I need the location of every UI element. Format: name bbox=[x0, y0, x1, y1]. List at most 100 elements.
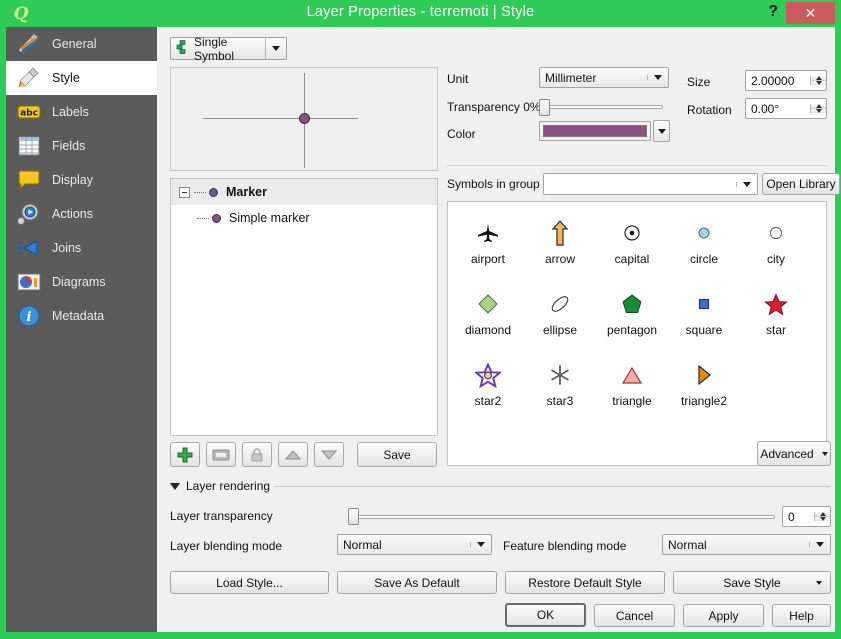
ellipse-icon bbox=[548, 289, 572, 319]
feature-blending-mode-combo[interactable]: Normal bbox=[662, 534, 831, 555]
save-style-button[interactable]: Save Style bbox=[673, 571, 831, 594]
symbol-label: circle bbox=[689, 252, 718, 266]
lock-layer-colors-button[interactable] bbox=[242, 442, 272, 467]
preview-crosshair-horizontal-right bbox=[305, 118, 358, 119]
ok-button[interactable]: OK bbox=[505, 603, 586, 627]
symbol-item-city[interactable]: city bbox=[740, 210, 812, 281]
symbol-item-triangle2[interactable]: triangle2 bbox=[668, 352, 740, 423]
ok-label: OK bbox=[536, 608, 555, 622]
sidebar-item-label: Labels bbox=[52, 105, 89, 119]
chevron-down-icon[interactable] bbox=[736, 181, 757, 187]
layer-blending-mode-combo[interactable]: Normal bbox=[337, 534, 492, 555]
sidebar-item-actions[interactable]: Actions bbox=[6, 197, 157, 231]
rotation-step-down[interactable] bbox=[811, 109, 826, 113]
chevron-down-icon[interactable] bbox=[170, 482, 180, 490]
chevron-down-icon[interactable] bbox=[265, 38, 286, 59]
abc-label-icon: abc bbox=[16, 99, 42, 125]
symbol-item-capital[interactable]: capital bbox=[596, 210, 668, 281]
symbol-label: ellipse bbox=[542, 323, 578, 337]
layer-transparency-value[interactable]: 0 bbox=[783, 510, 814, 524]
save-as-default-button[interactable]: Save As Default bbox=[337, 571, 497, 594]
capital-dot-icon bbox=[622, 218, 642, 248]
sidebar-item-joins[interactable]: Joins bbox=[6, 231, 157, 265]
symbol-item-pentagon[interactable]: pentagon bbox=[596, 281, 668, 352]
layer-transparency-slider-handle[interactable] bbox=[348, 508, 359, 525]
color-button[interactable] bbox=[539, 121, 651, 141]
load-style-button[interactable]: Load Style... bbox=[170, 571, 329, 594]
restore-default-style-button[interactable]: Restore Default Style bbox=[505, 571, 665, 594]
symbol-item-star2[interactable]: star2 bbox=[452, 352, 524, 423]
unit-label: Unit bbox=[447, 72, 469, 86]
move-down-button[interactable] bbox=[314, 442, 344, 467]
size-value[interactable]: 2.00000 bbox=[746, 74, 810, 88]
rotation-value[interactable]: 0.00° bbox=[746, 102, 810, 116]
advanced-button[interactable]: Advanced bbox=[757, 441, 831, 466]
chevron-down-icon[interactable] bbox=[809, 542, 830, 547]
chevron-down-icon[interactable] bbox=[821, 451, 828, 456]
remove-symbol-layer-button[interactable] bbox=[206, 442, 236, 467]
help-button[interactable]: Help bbox=[772, 604, 831, 627]
cancel-button[interactable]: Cancel bbox=[594, 604, 675, 627]
table-row[interactable]: Marker bbox=[171, 179, 437, 205]
symbol-item-star[interactable]: star bbox=[740, 281, 812, 352]
symbol-label: city bbox=[767, 252, 785, 266]
layer-transparency-slider-track[interactable] bbox=[352, 515, 775, 519]
sidebar-item-diagrams[interactable]: Diagrams bbox=[6, 265, 157, 299]
rotation-stepper[interactable] bbox=[810, 104, 826, 113]
help-question-icon[interactable]: ? bbox=[768, 3, 778, 21]
symbol-item-ellipse[interactable]: ellipse bbox=[524, 281, 596, 352]
save-symbol-button[interactable]: Save bbox=[357, 442, 437, 467]
layer-transparency-stepper[interactable] bbox=[814, 512, 830, 521]
chevron-down-icon[interactable] bbox=[647, 75, 668, 80]
square-icon bbox=[696, 289, 712, 319]
sidebar-item-style[interactable]: Style bbox=[6, 61, 157, 95]
transparency-slider-handle[interactable] bbox=[539, 99, 550, 116]
color-dropdown-button[interactable] bbox=[653, 120, 670, 142]
transparency-slider-track[interactable] bbox=[543, 105, 663, 109]
apply-button[interactable]: Apply bbox=[683, 604, 764, 627]
add-symbol-layer-button[interactable] bbox=[170, 442, 200, 467]
move-up-button[interactable] bbox=[278, 442, 308, 467]
symbol-item-star3[interactable]: star3 bbox=[524, 352, 596, 423]
symbol-item-arrow[interactable]: arrow bbox=[524, 210, 596, 281]
symbol-item-square[interactable]: square bbox=[668, 281, 740, 352]
symbols-in-group-combo[interactable] bbox=[543, 173, 758, 195]
open-library-button[interactable]: Open Library bbox=[762, 173, 840, 195]
sidebar-item-metadata[interactable]: i Metadata bbox=[6, 299, 157, 333]
size-spinbox[interactable]: 2.00000 bbox=[745, 70, 827, 91]
unit-combo[interactable]: Millimeter bbox=[539, 67, 669, 88]
rotation-spinbox[interactable]: 0.00° bbox=[745, 98, 827, 119]
symbol-item-airport[interactable]: airport bbox=[452, 210, 524, 281]
sidebar-item-label: Actions bbox=[52, 207, 93, 221]
city-ring-icon bbox=[767, 218, 785, 248]
layer-blending-mode-value: Normal bbox=[343, 537, 382, 552]
preview-marker-dot bbox=[299, 113, 310, 124]
sidebar-item-label: Metadata bbox=[52, 309, 105, 323]
symbol-library-grid[interactable]: airport arrow capital circle city diamon… bbox=[447, 201, 827, 466]
chevron-down-icon[interactable] bbox=[470, 542, 491, 547]
renderer-type-combo[interactable]: Single Symbol bbox=[170, 35, 287, 63]
paintbrush-icon bbox=[16, 65, 42, 91]
sidebar-item-general[interactable]: General bbox=[6, 27, 157, 61]
tree-row-label: Simple marker bbox=[229, 211, 310, 225]
symbol-item-diamond[interactable]: diamond bbox=[452, 281, 524, 352]
sidebar-item-labels[interactable]: abc Labels bbox=[6, 95, 157, 129]
diamond-icon bbox=[477, 289, 499, 319]
sidebar-item-fields[interactable]: Fields bbox=[6, 129, 157, 163]
size-stepper[interactable] bbox=[810, 76, 826, 85]
sidebar-item-display[interactable]: Display bbox=[6, 163, 157, 197]
symbol-item-circle[interactable]: circle bbox=[668, 210, 740, 281]
apply-label: Apply bbox=[708, 608, 739, 623]
layer-transparency-step-down[interactable] bbox=[815, 517, 830, 521]
color-label: Color bbox=[447, 127, 476, 141]
table-row[interactable]: Simple marker bbox=[171, 205, 437, 231]
layer-transparency-spinbox[interactable]: 0 bbox=[782, 506, 831, 527]
symbol-layer-tree[interactable]: Marker Simple marker bbox=[170, 178, 438, 436]
size-step-down[interactable] bbox=[811, 81, 826, 85]
close-icon[interactable]: ✕ bbox=[786, 2, 835, 24]
chevron-down-icon[interactable] bbox=[654, 128, 669, 134]
collapse-icon[interactable] bbox=[179, 186, 190, 198]
symbol-preview bbox=[170, 67, 438, 171]
symbol-item-triangle[interactable]: triangle bbox=[596, 352, 668, 423]
chevron-down-icon[interactable] bbox=[816, 580, 822, 585]
